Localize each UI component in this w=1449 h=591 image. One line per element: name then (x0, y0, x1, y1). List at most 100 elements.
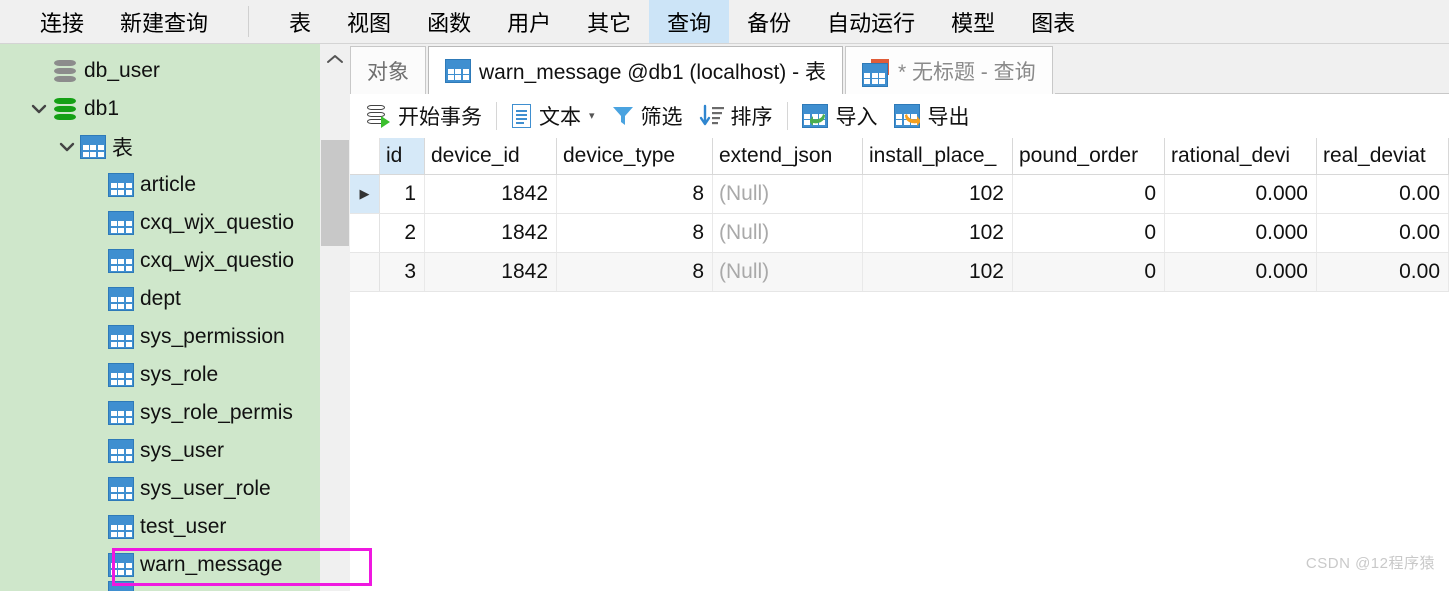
tree-node-db1[interactable]: db1 (0, 90, 320, 128)
column-header-extend_json[interactable]: extend_json (713, 138, 863, 174)
menu-autorun[interactable]: 自动运行 (809, 0, 933, 43)
tree-node-sys_role_permis[interactable]: sys_role_permis (0, 394, 320, 432)
tree-node-sys_permission[interactable]: sys_permission (0, 318, 320, 356)
grid-cell[interactable]: 0.000 (1165, 214, 1317, 252)
menu-function[interactable]: 函数 (409, 0, 489, 43)
tree-node-test_user[interactable]: test_user (0, 508, 320, 546)
grid-cell[interactable]: 8 (557, 214, 713, 252)
grid-cell[interactable]: 0 (1013, 214, 1165, 252)
sidebar-scrollbar[interactable] (320, 44, 350, 591)
tree-node-partial-top[interactable] (0, 44, 320, 52)
row-marker-current[interactable]: ▶ (350, 175, 380, 213)
tree-node-warn_message[interactable]: warn_message (0, 546, 320, 584)
table-icon (445, 58, 471, 83)
query-icon (861, 58, 890, 87)
grid-cell[interactable]: 102 (863, 253, 1013, 291)
table-icon (108, 249, 134, 273)
chevron-down-icon[interactable]: ▾ (589, 109, 595, 122)
table-row[interactable]: 2 1842 8 (Null) 102 0 0.000 0.00 (350, 214, 1449, 253)
column-header-rational_devi[interactable]: rational_devi (1165, 138, 1317, 174)
column-header-pound_order[interactable]: pound_order (1013, 138, 1165, 174)
tab-warn-message-table[interactable]: warn_message @db1 (localhost) - 表 (428, 46, 843, 94)
menu-table[interactable]: 表 (271, 0, 329, 43)
grid-toolbar: 开始事务 文本 ▾ 筛选 排序 导入 导出 (350, 94, 1449, 138)
grid-cell[interactable]: 3 (380, 253, 425, 291)
grid-cell[interactable]: 1842 (425, 214, 557, 252)
tree-node-dept[interactable]: dept (0, 280, 320, 318)
column-header-id[interactable]: id (380, 138, 425, 174)
grid-cell[interactable]: (Null) (713, 214, 863, 252)
object-tree-sidebar[interactable]: db_user db1 表 article cxq_wjx_questio cxq_wjx… (0, 44, 320, 591)
chevron-up-icon (327, 55, 343, 63)
filter-button-label: 筛选 (640, 105, 683, 129)
sort-descending-icon (699, 104, 724, 125)
menu-connect[interactable]: 连接 (22, 0, 102, 43)
tree-node-cxq_wjx_questio[interactable]: cxq_wjx_questio (0, 242, 320, 280)
grid-header-row: id device_id device_type extend_json install… (350, 138, 1449, 175)
grid-cell[interactable]: 0 (1013, 253, 1165, 291)
begin-transaction-button[interactable]: 开始事务 (358, 97, 490, 135)
grid-cell[interactable]: 0.000 (1165, 175, 1317, 213)
grid-cell[interactable]: 0.00 (1317, 214, 1449, 252)
column-header-device_type[interactable]: device_type (557, 138, 713, 174)
column-header-device_id[interactable]: device_id (425, 138, 557, 174)
menu-user[interactable]: 用户 (489, 0, 569, 43)
scrollbar-thumb[interactable] (321, 140, 349, 246)
tree-node-partial-bottom[interactable] (108, 581, 134, 591)
import-button[interactable]: 导入 (794, 97, 886, 135)
menu-chart[interactable]: 图表 (1013, 0, 1093, 43)
grid-cell[interactable]: 1 (380, 175, 425, 213)
row-marker[interactable] (350, 253, 380, 291)
column-header-real_deviat[interactable]: real_deviat (1317, 138, 1449, 174)
grid-cell[interactable]: 0.00 (1317, 175, 1449, 213)
tree-node-label: warn_message (140, 553, 283, 576)
transaction-icon (366, 103, 392, 129)
menu-new-query[interactable]: 新建查询 (102, 0, 226, 43)
tree-node-label: dept (140, 287, 181, 310)
grid-cell[interactable]: 0 (1013, 175, 1165, 213)
menu-backup[interactable]: 备份 (729, 0, 809, 43)
grid-cell[interactable]: 8 (557, 175, 713, 213)
tree-node-sys_user_role[interactable]: sys_user_role (0, 470, 320, 508)
tree-node-label: sys_user (140, 439, 225, 462)
grid-cell[interactable]: (Null) (713, 253, 863, 291)
table-row[interactable]: 3 1842 8 (Null) 102 0 0.000 0.00 (350, 253, 1449, 292)
tab-objects[interactable]: 对象 (350, 46, 426, 94)
grid-cell[interactable]: 2 (380, 214, 425, 252)
menu-other[interactable]: 其它 (569, 0, 649, 43)
grid-cell[interactable]: 102 (863, 214, 1013, 252)
grid-cell[interactable]: 1842 (425, 175, 557, 213)
grid-cell[interactable]: (Null) (713, 175, 863, 213)
grid-cell[interactable]: 1842 (425, 253, 557, 291)
import-button-label: 导入 (835, 105, 878, 129)
export-button[interactable]: 导出 (886, 97, 978, 135)
menu-query[interactable]: 查询 (649, 0, 730, 43)
tree-node-label: cxq_wjx_questio (140, 211, 295, 234)
column-header-install_place_[interactable]: install_place_ (863, 138, 1013, 174)
tree-node-cxq_wjx_questio[interactable]: cxq_wjx_questio (0, 204, 320, 242)
chevron-down-icon[interactable] (54, 141, 80, 153)
grid-cell[interactable]: 102 (863, 175, 1013, 213)
menu-view[interactable]: 视图 (329, 0, 409, 43)
tree-node-sys_user[interactable]: sys_user (0, 432, 320, 470)
tree-node--[interactable]: 表 (0, 128, 320, 166)
data-grid[interactable]: id device_id device_type extend_json install… (350, 138, 1449, 591)
tree-node-db_user[interactable]: db_user (0, 52, 320, 90)
grid-cell[interactable]: 8 (557, 253, 713, 291)
tree-list: db_user db1 表 article cxq_wjx_questio cxq_wjx… (0, 52, 320, 584)
chevron-down-icon[interactable] (26, 103, 52, 115)
text-button[interactable]: 文本 ▾ (503, 97, 603, 135)
table-row[interactable]: ▶ 1 1842 8 (Null) 102 0 0.000 0.00 (350, 175, 1449, 214)
scroll-up-button[interactable] (320, 44, 350, 74)
grid-cell[interactable]: 0.000 (1165, 253, 1317, 291)
grid-cell[interactable]: 0.00 (1317, 253, 1449, 291)
filter-button[interactable]: 筛选 (603, 97, 691, 135)
sort-button[interactable]: 排序 (691, 97, 781, 135)
watermark: CSDN @12程序猿 (1305, 555, 1435, 572)
tree-node-sys_role[interactable]: sys_role (0, 356, 320, 394)
row-marker[interactable] (350, 214, 380, 252)
tab-untitled-query[interactable]: * 无标题 - 查询 (844, 46, 1053, 94)
tree-node-article[interactable]: article (0, 166, 320, 204)
table-icon (108, 581, 134, 591)
menu-model[interactable]: 模型 (933, 0, 1013, 43)
